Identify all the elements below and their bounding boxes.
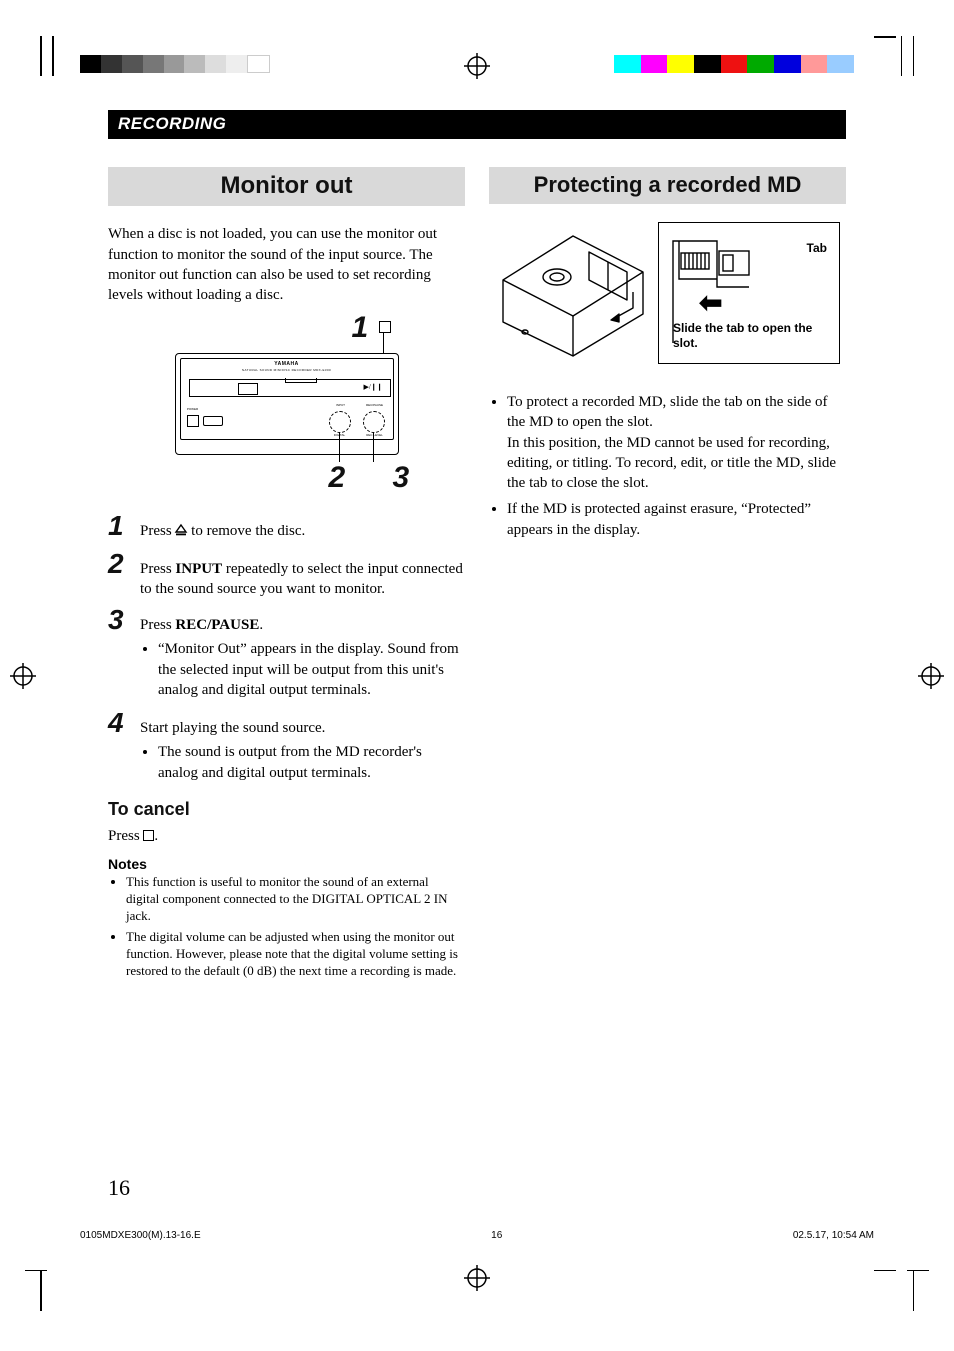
crop-mark xyxy=(913,36,915,76)
notes-heading: Notes xyxy=(108,856,465,872)
stop-icon xyxy=(143,830,154,841)
right-column: Protecting a recorded MD xyxy=(489,167,846,983)
callout-3-line xyxy=(373,432,374,462)
power-button-icon xyxy=(187,415,199,427)
registration-mark-left xyxy=(10,663,36,689)
bullet-item: If the MD is protected against erasure, … xyxy=(507,499,846,540)
cancel-text: Press . xyxy=(108,826,465,846)
callout-1: 1 xyxy=(352,311,369,345)
step-3: 3 Press REC/PAUSE. “Monitor Out” appears… xyxy=(108,607,465,702)
registration-mark-right xyxy=(918,663,944,689)
device-brand: YAMAHA xyxy=(274,361,298,367)
input-label: INPUT xyxy=(331,403,351,407)
step-text: Start playing the sound source. xyxy=(140,720,325,736)
step-2: 2 Press INPUT repeatedly to select the i… xyxy=(108,551,465,600)
crop-mark xyxy=(25,1270,47,1272)
play-pause-icon: ▶/❙❙ xyxy=(363,383,382,391)
step-bold: INPUT xyxy=(175,561,222,577)
crop-mark xyxy=(40,36,42,76)
crop-mark xyxy=(874,36,896,38)
step-sub-bullets: “Monitor Out” appears in the display. So… xyxy=(140,639,465,700)
step-text: . xyxy=(259,617,263,633)
heading-protecting-md: Protecting a recorded MD xyxy=(489,167,846,204)
section-bar: RECORDING xyxy=(108,110,846,139)
step-body: Start playing the sound source. The soun… xyxy=(140,710,465,785)
step-body: Press INPUT repeatedly to select the inp… xyxy=(140,551,465,600)
md-disc-illustration xyxy=(495,222,650,362)
md-figure: Tab ⬅ Slide the tab to open the slot. xyxy=(489,222,846,364)
note-item: The digital volume can be adjusted when … xyxy=(126,929,465,980)
footer-timestamp: 02.5.17, 10:54 AM xyxy=(793,1230,874,1241)
power-label: POWER xyxy=(183,407,203,411)
arrow-left-icon: ⬅ xyxy=(699,286,722,319)
step-text: Press xyxy=(140,561,175,577)
step-4: 4 Start playing the sound source. The so… xyxy=(108,710,465,785)
cancel-text-a: Press xyxy=(108,828,143,844)
crop-mark xyxy=(913,1271,915,1311)
registration-mark-bottom xyxy=(464,1265,490,1291)
button-icon xyxy=(203,416,223,426)
heading-monitor-out: Monitor out xyxy=(108,167,465,206)
color-bar-right xyxy=(614,55,854,73)
step-body: Press REC/PAUSE. “Monitor Out” appears i… xyxy=(140,607,465,702)
callout-2-line xyxy=(339,432,340,462)
md-tab-illustration: Tab ⬅ Slide the tab to open the slot. xyxy=(658,222,840,364)
registration-mark-top xyxy=(464,53,490,79)
left-column: Monitor out When a disc is not loaded, y… xyxy=(108,167,465,983)
step-text: Press xyxy=(140,523,175,539)
cancel-text-b: . xyxy=(154,828,158,844)
crop-mark xyxy=(874,1270,896,1272)
page-content: RECORDING Monitor out When a disc is not… xyxy=(108,110,846,983)
step-text: Press xyxy=(140,617,175,633)
tab-label: Tab xyxy=(807,241,827,255)
bullet-item: “Monitor Out” appears in the display. So… xyxy=(158,639,465,700)
input-knob-icon xyxy=(329,411,351,433)
step-text: to remove the disc. xyxy=(191,523,305,539)
crop-mark xyxy=(40,1271,42,1311)
step-1: 1 Press to remove the disc. xyxy=(108,513,465,542)
step-bold: REC/PAUSE xyxy=(175,617,259,633)
bullet-item: The sound is output from the MD recorder… xyxy=(158,742,465,783)
callout-2: 2 xyxy=(329,461,346,495)
rec-knob-icon xyxy=(363,411,385,433)
notes-list: This function is useful to monitor the s… xyxy=(108,874,465,979)
reclevel-label: REC LEVEL xyxy=(361,433,389,437)
bullet-item: To protect a recorded MD, slide the tab … xyxy=(507,392,846,493)
recpause-label: REC/PAUSE xyxy=(361,403,389,407)
digital-label: DIGITAL xyxy=(327,433,353,437)
device-figure: 1 YAMAHA NATURAL SOUND MINIDISC RECORDER… xyxy=(157,315,417,495)
callout-1-target xyxy=(379,321,391,333)
intro-paragraph: When a disc is not loaded, you can use t… xyxy=(108,224,465,305)
crop-mark xyxy=(901,36,903,76)
step-number: 2 xyxy=(108,551,130,600)
color-bar-left xyxy=(80,55,270,73)
crop-mark xyxy=(52,36,54,76)
steps-list: 1 Press to remove the disc. 2 Press INPU… xyxy=(108,513,465,785)
device-diagram: YAMAHA NATURAL SOUND MINIDISC RECORDER M… xyxy=(175,353,399,455)
footer-page: 16 xyxy=(491,1230,502,1241)
footer-filename: 0105MDXE300(M).13-16.E xyxy=(80,1230,201,1241)
note-item: This function is useful to monitor the s… xyxy=(126,874,465,925)
device-model: NATURAL SOUND MINIDISC RECORDER MDX-E300 xyxy=(242,368,331,372)
step-number: 4 xyxy=(108,710,130,785)
page-number: 16 xyxy=(108,1175,130,1201)
eject-icon xyxy=(175,522,187,542)
step-sub-bullets: The sound is output from the MD recorder… xyxy=(140,742,465,783)
footer-meta: 0105MDXE300(M).13-16.E 16 02.5.17, 10:54… xyxy=(80,1230,874,1241)
callout-3: 3 xyxy=(393,461,410,495)
protect-bullets: To protect a recorded MD, slide the tab … xyxy=(489,392,846,540)
slide-instruction: Slide the tab to open the slot. xyxy=(673,321,839,351)
step-number: 1 xyxy=(108,513,130,542)
step-body: Press to remove the disc. xyxy=(140,513,305,542)
crop-mark xyxy=(907,1270,929,1272)
cancel-heading: To cancel xyxy=(108,799,465,820)
step-number: 3 xyxy=(108,607,130,702)
